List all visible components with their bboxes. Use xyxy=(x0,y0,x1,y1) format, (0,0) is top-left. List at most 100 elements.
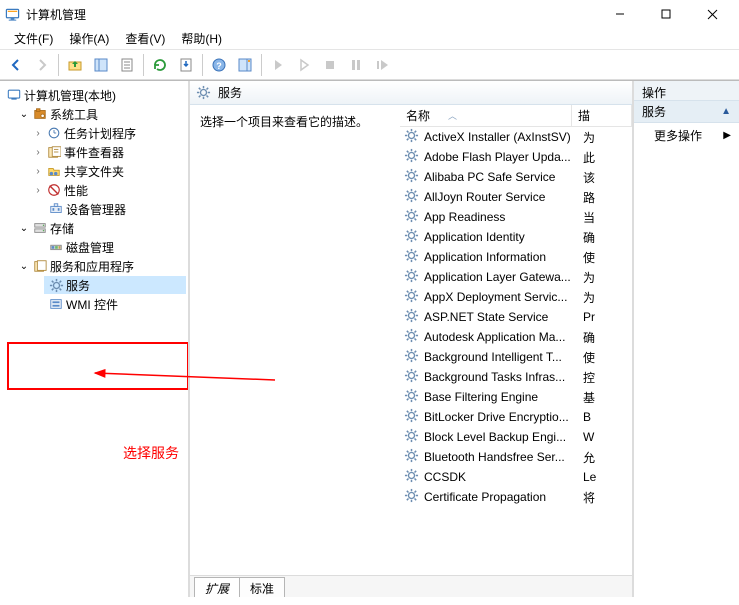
gear-icon xyxy=(404,268,420,286)
tree-device-manager[interactable]: 设备管理器 xyxy=(44,200,186,218)
service-desc: 路 xyxy=(583,189,599,206)
forward-button[interactable] xyxy=(30,53,54,77)
stop-service-alt-button[interactable] xyxy=(292,53,316,77)
description-prompt: 选择一个项目来查看它的描述。 xyxy=(200,113,389,130)
service-row[interactable]: Background Tasks Infras...控 xyxy=(400,367,632,387)
service-row[interactable]: Application Information使 xyxy=(400,247,632,267)
service-row[interactable]: Block Level Backup Engi...W xyxy=(400,427,632,447)
properties-button[interactable] xyxy=(115,53,139,77)
tree-disk-management[interactable]: 磁盘管理 xyxy=(44,238,186,256)
service-desc: 将 xyxy=(583,489,599,506)
service-name: Certificate Propagation xyxy=(424,490,579,504)
back-button[interactable] xyxy=(4,53,28,77)
service-row[interactable]: App Readiness 当 xyxy=(400,207,632,227)
window-title: 计算机管理 xyxy=(26,6,86,23)
tab-extended[interactable]: 扩展 xyxy=(194,577,240,597)
gear-icon xyxy=(404,328,420,346)
service-name: Bluetooth Handsfree Ser... xyxy=(424,450,579,464)
console-tree[interactable]: 计算机管理(本地) ⌄系统工具 ›任务计划程序 ›事件查看器 ›共享文件夹 ›性… xyxy=(0,81,190,597)
action-pane-button[interactable] xyxy=(233,53,257,77)
column-header-desc[interactable]: 描 xyxy=(572,105,632,126)
export-button[interactable] xyxy=(174,53,198,77)
tree-shared-folders[interactable]: ›共享文件夹 xyxy=(30,162,186,180)
gear-icon xyxy=(404,448,420,466)
refresh-button[interactable] xyxy=(148,53,172,77)
tree-performance[interactable]: ›性能 xyxy=(30,181,186,199)
gear-icon xyxy=(404,408,420,426)
column-header-name[interactable]: 名称︿ xyxy=(400,105,572,126)
service-desc: Le xyxy=(583,470,599,484)
menu-view[interactable]: 查看(V) xyxy=(117,28,173,49)
tree-storage[interactable]: ⌄存储 xyxy=(16,219,186,237)
service-row[interactable]: Application Identity确 xyxy=(400,227,632,247)
expand-icon[interactable]: ⌄ xyxy=(18,109,30,120)
service-desc: Pr xyxy=(583,310,599,324)
show-hide-tree-button[interactable] xyxy=(89,53,113,77)
service-desc: 基 xyxy=(583,389,599,406)
service-row[interactable]: Autodesk Application Ma...确 xyxy=(400,327,632,347)
maximize-button[interactable] xyxy=(643,0,689,28)
service-row[interactable]: ASP.NET State ServicePr xyxy=(400,307,632,327)
tree-root[interactable]: 计算机管理(本地) xyxy=(2,86,186,104)
svg-text:?: ? xyxy=(216,61,222,71)
service-row[interactable]: CCSDKLe xyxy=(400,467,632,487)
service-row[interactable]: ActiveX Installer (AxInstSV)为 xyxy=(400,127,632,147)
services-list[interactable]: ActiveX Installer (AxInstSV)为Adobe Flash… xyxy=(400,127,632,539)
service-name: Background Tasks Infras... xyxy=(424,370,579,384)
service-row[interactable]: Alibaba PC Safe Service 该 xyxy=(400,167,632,187)
service-row[interactable]: Application Layer Gatewa...为 xyxy=(400,267,632,287)
expand-icon[interactable]: › xyxy=(32,147,44,158)
service-row[interactable]: Base Filtering Engine基 xyxy=(400,387,632,407)
service-desc: 确 xyxy=(583,229,599,246)
tree-task-scheduler[interactable]: ›任务计划程序 xyxy=(30,124,186,142)
stop-service-button[interactable] xyxy=(318,53,342,77)
actions-section[interactable]: 服务 ▲ xyxy=(634,101,739,123)
service-row[interactable]: Adobe Flash Player Upda...此 xyxy=(400,147,632,167)
tree-system-tools[interactable]: ⌄系统工具 xyxy=(16,105,186,123)
expand-icon[interactable]: › xyxy=(32,185,44,196)
tree-services[interactable]: 服务 xyxy=(44,276,186,294)
service-row[interactable]: AppX Deployment Servic...为 xyxy=(400,287,632,307)
expand-icon[interactable]: ⌄ xyxy=(18,223,30,234)
service-name: ActiveX Installer (AxInstSV) xyxy=(424,130,579,144)
center-title: 服务 xyxy=(218,84,242,101)
expand-icon[interactable]: › xyxy=(32,166,44,177)
service-name: Application Layer Gatewa... xyxy=(424,270,579,284)
menu-file[interactable]: 文件(F) xyxy=(6,28,61,49)
gear-icon xyxy=(404,428,420,446)
expand-icon[interactable]: ⌄ xyxy=(18,261,30,272)
minimize-button[interactable] xyxy=(597,0,643,28)
help-button[interactable]: ? xyxy=(207,53,231,77)
service-name: App Readiness xyxy=(424,210,579,224)
up-folder-button[interactable] xyxy=(63,53,87,77)
gear-icon xyxy=(404,168,420,186)
service-desc: 当 xyxy=(583,209,599,226)
service-desc: 为 xyxy=(583,289,599,306)
menu-action[interactable]: 操作(A) xyxy=(61,28,117,49)
service-row[interactable]: Certificate Propagation 将 xyxy=(400,487,632,507)
gear-icon xyxy=(404,228,420,246)
service-desc: 使 xyxy=(583,249,599,266)
service-row[interactable]: BitLocker Drive Encryptio...B xyxy=(400,407,632,427)
service-name: Alibaba PC Safe Service xyxy=(424,170,579,184)
tree-event-viewer[interactable]: ›事件查看器 xyxy=(30,143,186,161)
service-row[interactable]: Bluetooth Handsfree Ser...允 xyxy=(400,447,632,467)
tree-wmi[interactable]: WMI 控件 xyxy=(44,295,186,313)
actions-more[interactable]: 更多操作 ▶ xyxy=(634,123,739,148)
close-button[interactable] xyxy=(689,0,735,28)
service-name: Autodesk Application Ma... xyxy=(424,330,579,344)
tree-services-apps[interactable]: ⌄服务和应用程序 xyxy=(16,257,186,275)
restart-service-button[interactable] xyxy=(370,53,394,77)
actions-pane-title: 操作 xyxy=(634,81,739,101)
expand-icon[interactable]: › xyxy=(32,128,44,139)
service-row[interactable]: Background Intelligent T...使 xyxy=(400,347,632,367)
sort-asc-icon: ︿ xyxy=(448,109,457,122)
service-desc: 该 xyxy=(583,169,599,186)
gear-icon xyxy=(404,288,420,306)
start-service-button[interactable] xyxy=(266,53,290,77)
tab-standard[interactable]: 标准 xyxy=(239,577,285,597)
pause-service-button[interactable] xyxy=(344,53,368,77)
gear-icon xyxy=(404,248,420,266)
menu-help[interactable]: 帮助(H) xyxy=(173,28,230,49)
service-row[interactable]: AllJoyn Router Service路 xyxy=(400,187,632,207)
